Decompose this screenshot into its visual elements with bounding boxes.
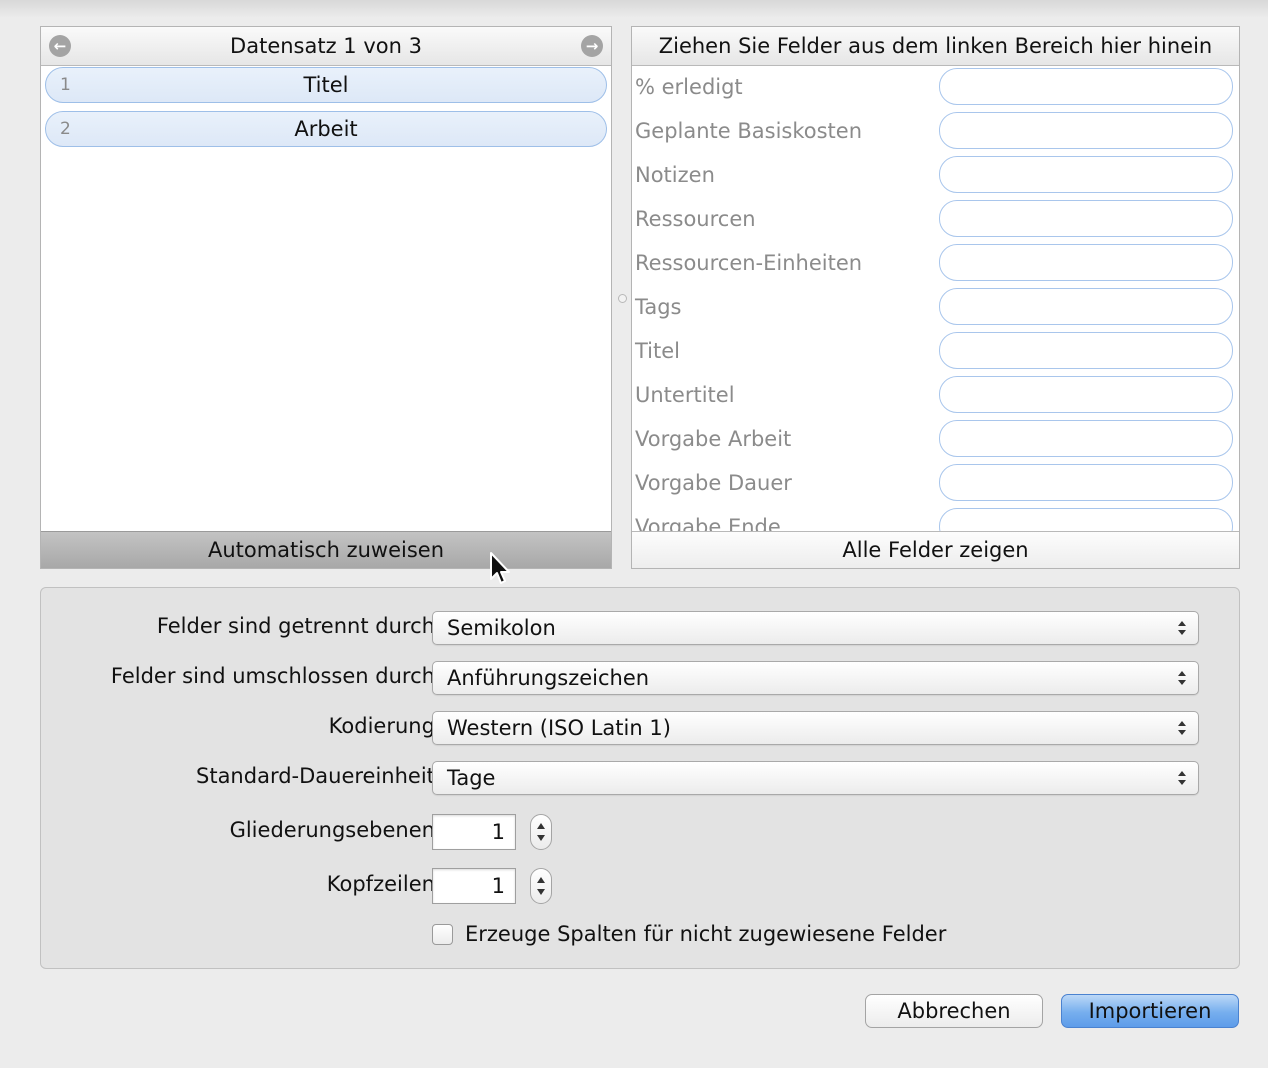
stepper-arrows-icon: [537, 877, 545, 895]
auto-assign-button[interactable]: Automatisch zuweisen: [41, 531, 611, 568]
select-arrows-icon: [1178, 721, 1186, 735]
target-drop-slot[interactable]: [939, 376, 1233, 413]
source-field-label: Arbeit: [294, 117, 358, 141]
target-field-label: Vorgabe Arbeit: [635, 427, 792, 451]
header-rows-input[interactable]: 1: [432, 868, 516, 904]
select-arrows-icon: [1178, 671, 1186, 685]
separator-label: Felder sind getrennt durch:: [156, 614, 442, 638]
enclosure-select[interactable]: Anführungszeichen: [432, 661, 1199, 695]
arrow-left-circle-icon[interactable]: ←: [49, 35, 71, 57]
target-drop-slot[interactable]: [939, 68, 1233, 105]
target-field-label: Untertitel: [635, 383, 735, 407]
select-arrows-icon: [1178, 771, 1186, 785]
source-field-titel[interactable]: 1 Titel: [45, 67, 607, 103]
target-row: Ressourcen: [632, 197, 1239, 241]
target-drop-slot[interactable]: [939, 244, 1233, 281]
target-drop-slot[interactable]: [939, 200, 1233, 237]
target-field-label: Vorgabe Ende: [635, 515, 781, 532]
duration-unit-select[interactable]: Tage: [432, 761, 1199, 795]
outline-levels-input[interactable]: 1: [432, 814, 516, 850]
show-all-fields-button[interactable]: Alle Felder zeigen: [632, 531, 1239, 568]
select-arrows-icon: [1178, 621, 1186, 635]
target-fields-list[interactable]: % erledigt Geplante Basiskosten Notizen …: [632, 65, 1239, 532]
target-field-label: Geplante Basiskosten: [635, 119, 863, 143]
source-field-arbeit[interactable]: 2 Arbeit: [45, 111, 607, 147]
header-rows-value: 1: [491, 874, 505, 898]
header-rows-stepper[interactable]: [530, 868, 552, 904]
target-row: Ressourcen-Einheiten: [632, 241, 1239, 285]
source-fields-pane: ← Datensatz 1 von 3 → 1 Titel 2 Arbeit A…: [40, 26, 612, 569]
outline-levels-value: 1: [491, 820, 505, 844]
separator-select[interactable]: Semikolon: [432, 611, 1199, 645]
target-row: Geplante Basiskosten: [632, 109, 1239, 153]
target-fields-pane: Ziehen Sie Felder aus dem linken Bereich…: [631, 26, 1240, 569]
target-row: Untertitel: [632, 373, 1239, 417]
mouse-pointer-icon: [490, 552, 510, 584]
target-drop-slot[interactable]: [939, 332, 1233, 369]
enclosure-value: Anführungszeichen: [447, 666, 650, 690]
target-row: Notizen: [632, 153, 1239, 197]
target-drop-slot[interactable]: [939, 288, 1233, 325]
import-button[interactable]: Importieren: [1061, 994, 1239, 1028]
split-view-divider-handle[interactable]: [618, 294, 627, 303]
target-pane-header: Ziehen Sie Felder aus dem linken Bereich…: [632, 27, 1239, 66]
target-field-label: Notizen: [635, 163, 715, 187]
target-row: Vorgabe Dauer: [632, 461, 1239, 505]
duration-unit-label: Standard-Dauereinheit:: [196, 764, 442, 788]
enclosure-label: Felder sind umschlossen durch:: [110, 664, 442, 688]
target-field-label: Vorgabe Dauer: [635, 471, 792, 495]
header-rows-label: Kopfzeilen:: [326, 872, 442, 896]
record-navigator: ← Datensatz 1 von 3 →: [41, 27, 611, 66]
outline-levels-stepper[interactable]: [530, 814, 552, 850]
target-drop-slot[interactable]: [939, 508, 1233, 532]
stepper-arrows-icon: [537, 823, 545, 841]
create-columns-checkbox[interactable]: [432, 924, 453, 945]
target-field-label: Tags: [635, 295, 682, 319]
target-drop-slot[interactable]: [939, 156, 1233, 193]
cancel-button[interactable]: Abbrechen: [865, 994, 1043, 1028]
target-drop-slot[interactable]: [939, 112, 1233, 149]
encoding-label: Kodierung:: [328, 714, 442, 738]
create-columns-label[interactable]: Erzeuge Spalten für nicht zugewiesene Fe…: [465, 920, 946, 948]
target-row: % erledigt: [632, 65, 1239, 109]
target-field-label: Ressourcen: [635, 207, 756, 231]
target-field-label: Ressourcen-Einheiten: [635, 251, 863, 275]
duration-unit-value: Tage: [447, 766, 496, 790]
arrow-right-circle-icon[interactable]: →: [581, 35, 603, 57]
target-field-label: Titel: [635, 339, 681, 363]
source-field-label: Titel: [303, 73, 349, 97]
encoding-select[interactable]: Western (ISO Latin 1): [432, 711, 1199, 745]
target-drop-slot[interactable]: [939, 420, 1233, 457]
target-field-label: % erledigt: [635, 75, 743, 99]
target-drop-slot[interactable]: [939, 464, 1233, 501]
target-row: Titel: [632, 329, 1239, 373]
encoding-value: Western (ISO Latin 1): [447, 716, 671, 740]
target-row: Vorgabe Ende: [632, 505, 1239, 532]
target-row: Tags: [632, 285, 1239, 329]
outline-levels-label: Gliederungsebenen:: [229, 818, 442, 842]
record-counter: Datensatz 1 von 3: [230, 34, 422, 58]
target-row: Vorgabe Arbeit: [632, 417, 1239, 461]
separator-value: Semikolon: [447, 616, 556, 640]
